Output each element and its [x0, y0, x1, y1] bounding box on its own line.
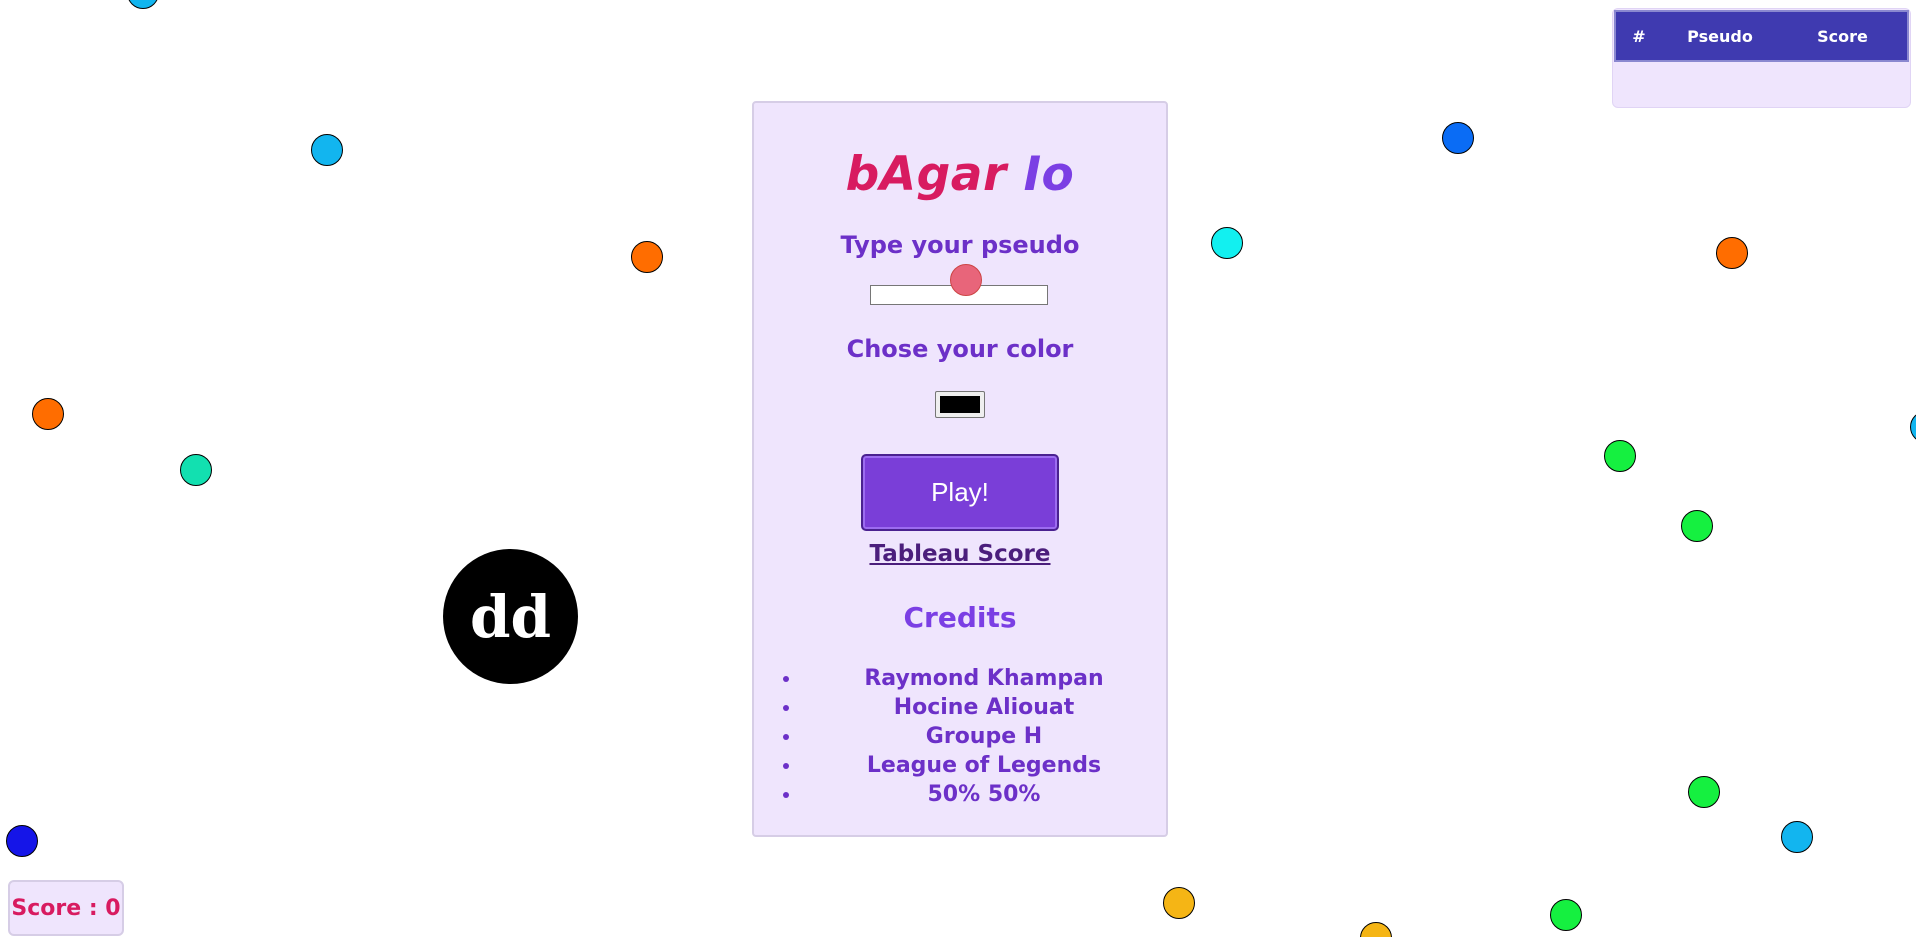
game-title-part1: bAgar: [845, 147, 1007, 202]
food-pellet: [631, 241, 663, 273]
score-display: Score : 0: [8, 880, 124, 936]
leaderboard-col-rank: #: [1632, 26, 1646, 46]
food-pellet: [1360, 922, 1392, 937]
color-swatch: [940, 396, 980, 413]
credits-item: League of Legends: [802, 751, 1166, 780]
color-label: Chose your color: [846, 335, 1074, 363]
food-pellet: [1442, 122, 1474, 154]
game-canvas[interactable]: dd bAgar Io Type your pseudo Chose your …: [0, 0, 1916, 937]
credits-item: Raymond Khampan: [802, 664, 1166, 693]
food-pellet: [1163, 887, 1195, 919]
credits-title: Credits: [903, 601, 1017, 634]
leaderboard: # Pseudo Score: [1612, 8, 1911, 108]
credits-item: Groupe H: [802, 722, 1166, 751]
food-pellet: [32, 398, 64, 430]
score-table-link[interactable]: Tableau Score: [869, 541, 1050, 567]
food-pellet: [1211, 227, 1243, 259]
start-menu: bAgar Io Type your pseudo Chose your col…: [752, 101, 1168, 837]
credits-list: Raymond Khampan Hocine Aliouat Groupe H …: [754, 664, 1166, 809]
food-pellet: [1604, 440, 1636, 472]
leaderboard-col-score: Score: [1817, 26, 1868, 46]
food-pellet: [180, 454, 212, 486]
food-pellet: [6, 825, 38, 857]
food-pellet: [1910, 411, 1916, 443]
food-pellet: [127, 0, 159, 9]
player-name: dd: [469, 582, 552, 651]
game-title: bAgar Io: [754, 147, 1166, 203]
food-pellet: [1681, 510, 1713, 542]
color-picker[interactable]: [935, 391, 985, 418]
food-pellet: [950, 264, 982, 296]
food-pellet: [1550, 899, 1582, 931]
leaderboard-header: # Pseudo Score: [1614, 10, 1909, 62]
food-pellet: [311, 134, 343, 166]
pseudo-field-wrap: [870, 264, 1050, 307]
pseudo-label: Type your pseudo: [840, 231, 1080, 259]
credits-item: Hocine Aliouat: [802, 693, 1166, 722]
game-title-part2: Io: [1006, 147, 1075, 202]
play-button[interactable]: Play!: [861, 454, 1059, 531]
player-cell: dd: [443, 549, 578, 684]
food-pellet: [1688, 776, 1720, 808]
food-pellet: [1781, 821, 1813, 853]
food-pellet: [1716, 237, 1748, 269]
credits-item: 50% 50%: [802, 780, 1166, 809]
leaderboard-col-pseudo: Pseudo: [1687, 26, 1753, 46]
